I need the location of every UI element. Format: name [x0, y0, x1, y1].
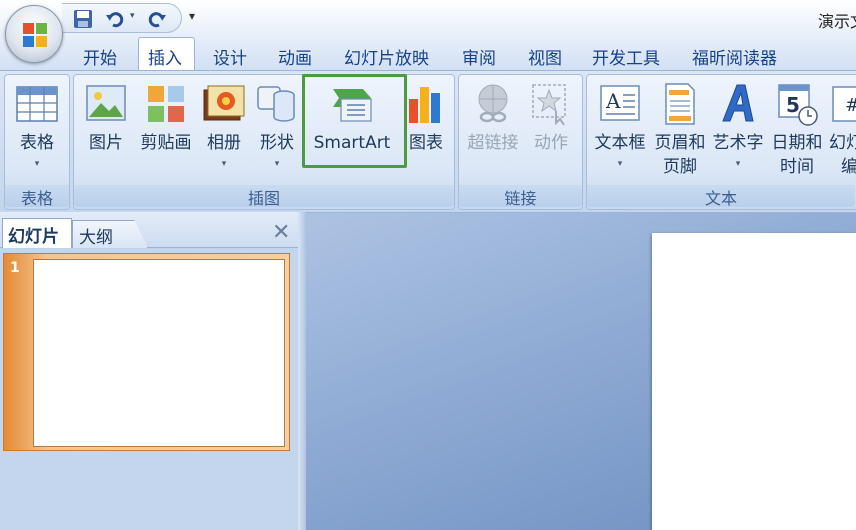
header-footer-button[interactable]: 页眉和 页脚: [651, 75, 709, 183]
slide-number-label-line2: 编: [841, 157, 856, 177]
slides-pane: 幻灯片 大纲 ✕ 1: [0, 212, 298, 530]
document-title: 演示文稿1: [818, 12, 856, 31]
tab-developer[interactable]: 开发工具: [592, 44, 660, 69]
clipart-button[interactable]: 剪贴画: [134, 75, 198, 183]
textbox-dropdown-icon: ▾: [617, 159, 623, 169]
office-logo-icon: [23, 23, 47, 47]
slide-number-button[interactable]: # 幻灯 编: [827, 75, 856, 183]
chart-icon: [409, 87, 440, 123]
date-time-button-label: 日期和 时间: [767, 131, 827, 179]
hyperlink-button[interactable]: 超链接: [461, 75, 525, 183]
slide-canvas[interactable]: [652, 233, 856, 530]
group-tables: 表格 ▾ 表格: [4, 74, 70, 210]
table-button-label: 表格: [20, 133, 54, 153]
wordart-icon: [722, 84, 754, 122]
shapes-button[interactable]: 形状 ▾: [252, 75, 302, 183]
picture-button-label: 图片: [89, 133, 123, 153]
office-button[interactable]: [5, 5, 63, 63]
textbox-button[interactable]: A 文本框 ▾: [589, 75, 651, 183]
slide-thumbnail-list[interactable]: 1: [0, 249, 298, 530]
wordart-button[interactable]: 艺术字 ▾: [709, 75, 767, 183]
textbox-button-label: 文本框: [594, 133, 646, 153]
smartart-highlight-box: [302, 74, 407, 168]
slide-number-button-label: 幻灯 编: [827, 131, 856, 179]
tab-slides[interactable]: 幻灯片: [2, 218, 72, 248]
slide-number-label: 1: [10, 260, 20, 276]
header-footer-label-line1: 页眉和: [654, 133, 706, 153]
action-button[interactable]: 动作: [523, 75, 579, 183]
tab-view[interactable]: 视图: [528, 44, 562, 69]
hyperlink-icon: [478, 84, 508, 123]
hyperlink-button-label: 超链接: [467, 133, 519, 153]
date-time-button[interactable]: 5 日期和 时间: [767, 75, 827, 183]
tab-animations[interactable]: 动画: [278, 44, 312, 69]
undo-icon[interactable]: [104, 8, 126, 30]
shapes-button-label: 形状: [260, 133, 294, 153]
slide-number-label-line1: 幻灯: [829, 133, 856, 153]
svg-text:#: #: [845, 95, 856, 116]
tab-outline[interactable]: 大纲: [72, 220, 148, 248]
clipart-icon: [148, 86, 184, 122]
group-label-illustrations: 插图: [74, 185, 454, 208]
undo-dropdown-icon[interactable]: ▾: [130, 11, 135, 21]
tab-design[interactable]: 设计: [213, 44, 247, 69]
photo-album-icon: [203, 85, 245, 121]
save-icon[interactable]: [72, 8, 94, 30]
tab-slide-show[interactable]: 幻灯片放映: [344, 44, 429, 69]
tab-home[interactable]: 开始: [83, 44, 117, 69]
clipart-button-label: 剪贴画: [140, 133, 192, 153]
picture-button[interactable]: 图片: [78, 75, 134, 183]
pane-splitter[interactable]: [298, 212, 306, 530]
date-time-icon: 5: [778, 84, 818, 126]
quick-access-toolbar: ▾: [62, 3, 182, 33]
redo-icon[interactable]: [146, 8, 168, 30]
chart-button-label: 图表: [409, 133, 443, 153]
table-button[interactable]: 表格 ▾: [5, 75, 69, 183]
date-time-label-line2: 时间: [780, 157, 814, 177]
tab-insert[interactable]: 插入: [148, 44, 182, 69]
slide-number-icon: #: [832, 86, 856, 122]
slide-thumbnail-selected[interactable]: 1: [3, 253, 290, 451]
photo-album-dropdown-icon: ▾: [221, 159, 227, 169]
tab-foxit-reader[interactable]: 福昕阅读器: [692, 44, 777, 69]
chart-button[interactable]: 图表: [400, 75, 452, 183]
wordart-dropdown-icon: ▾: [735, 159, 741, 169]
action-button-label: 动作: [534, 133, 568, 153]
close-icon[interactable]: ✕: [272, 220, 290, 245]
slide-thumbnail[interactable]: [33, 259, 285, 447]
shapes-dropdown-icon: ▾: [274, 159, 280, 169]
ribbon: 表格 ▾ 表格 图片 剪贴画 相册 ▾ 形状 ▾ SmartArt 图表 插图 …: [0, 70, 856, 212]
header-footer-button-label: 页眉和 页脚: [651, 131, 709, 179]
header-footer-icon: [665, 83, 695, 125]
group-label-tables: 表格: [5, 185, 69, 208]
table-icon: [16, 86, 58, 122]
group-label-links: 链接: [459, 185, 582, 208]
picture-icon: [86, 85, 126, 121]
date-time-label-line1: 日期和: [771, 133, 823, 153]
group-label-text: 文本: [587, 185, 855, 208]
svg-text:5: 5: [786, 93, 800, 117]
group-links: 超链接 动作 链接: [458, 74, 583, 210]
slides-pane-tabs: 幻灯片 大纲 ✕: [0, 212, 298, 248]
photo-album-button-label: 相册: [207, 133, 241, 153]
table-dropdown-icon: ▾: [34, 159, 40, 169]
title-bar: ▾ ▾ 演示文稿1: [0, 0, 856, 38]
customize-qat-button[interactable]: ▾: [189, 9, 195, 23]
header-footer-label-line2: 页脚: [663, 157, 697, 177]
shapes-icon: [257, 86, 295, 122]
wordart-button-label: 艺术字: [712, 133, 764, 153]
svg-text:A: A: [605, 89, 621, 113]
action-icon: [532, 84, 566, 126]
slide-editing-area: [306, 212, 856, 530]
group-text: A 文本框 ▾ 页眉和 页脚 艺术字 ▾ 5 日期和 时间 幻灯 编 文本: [586, 74, 856, 210]
photo-album-button[interactable]: 相册 ▾: [198, 75, 250, 183]
textbox-icon: A: [600, 85, 640, 121]
tab-review[interactable]: 审阅: [462, 44, 496, 69]
